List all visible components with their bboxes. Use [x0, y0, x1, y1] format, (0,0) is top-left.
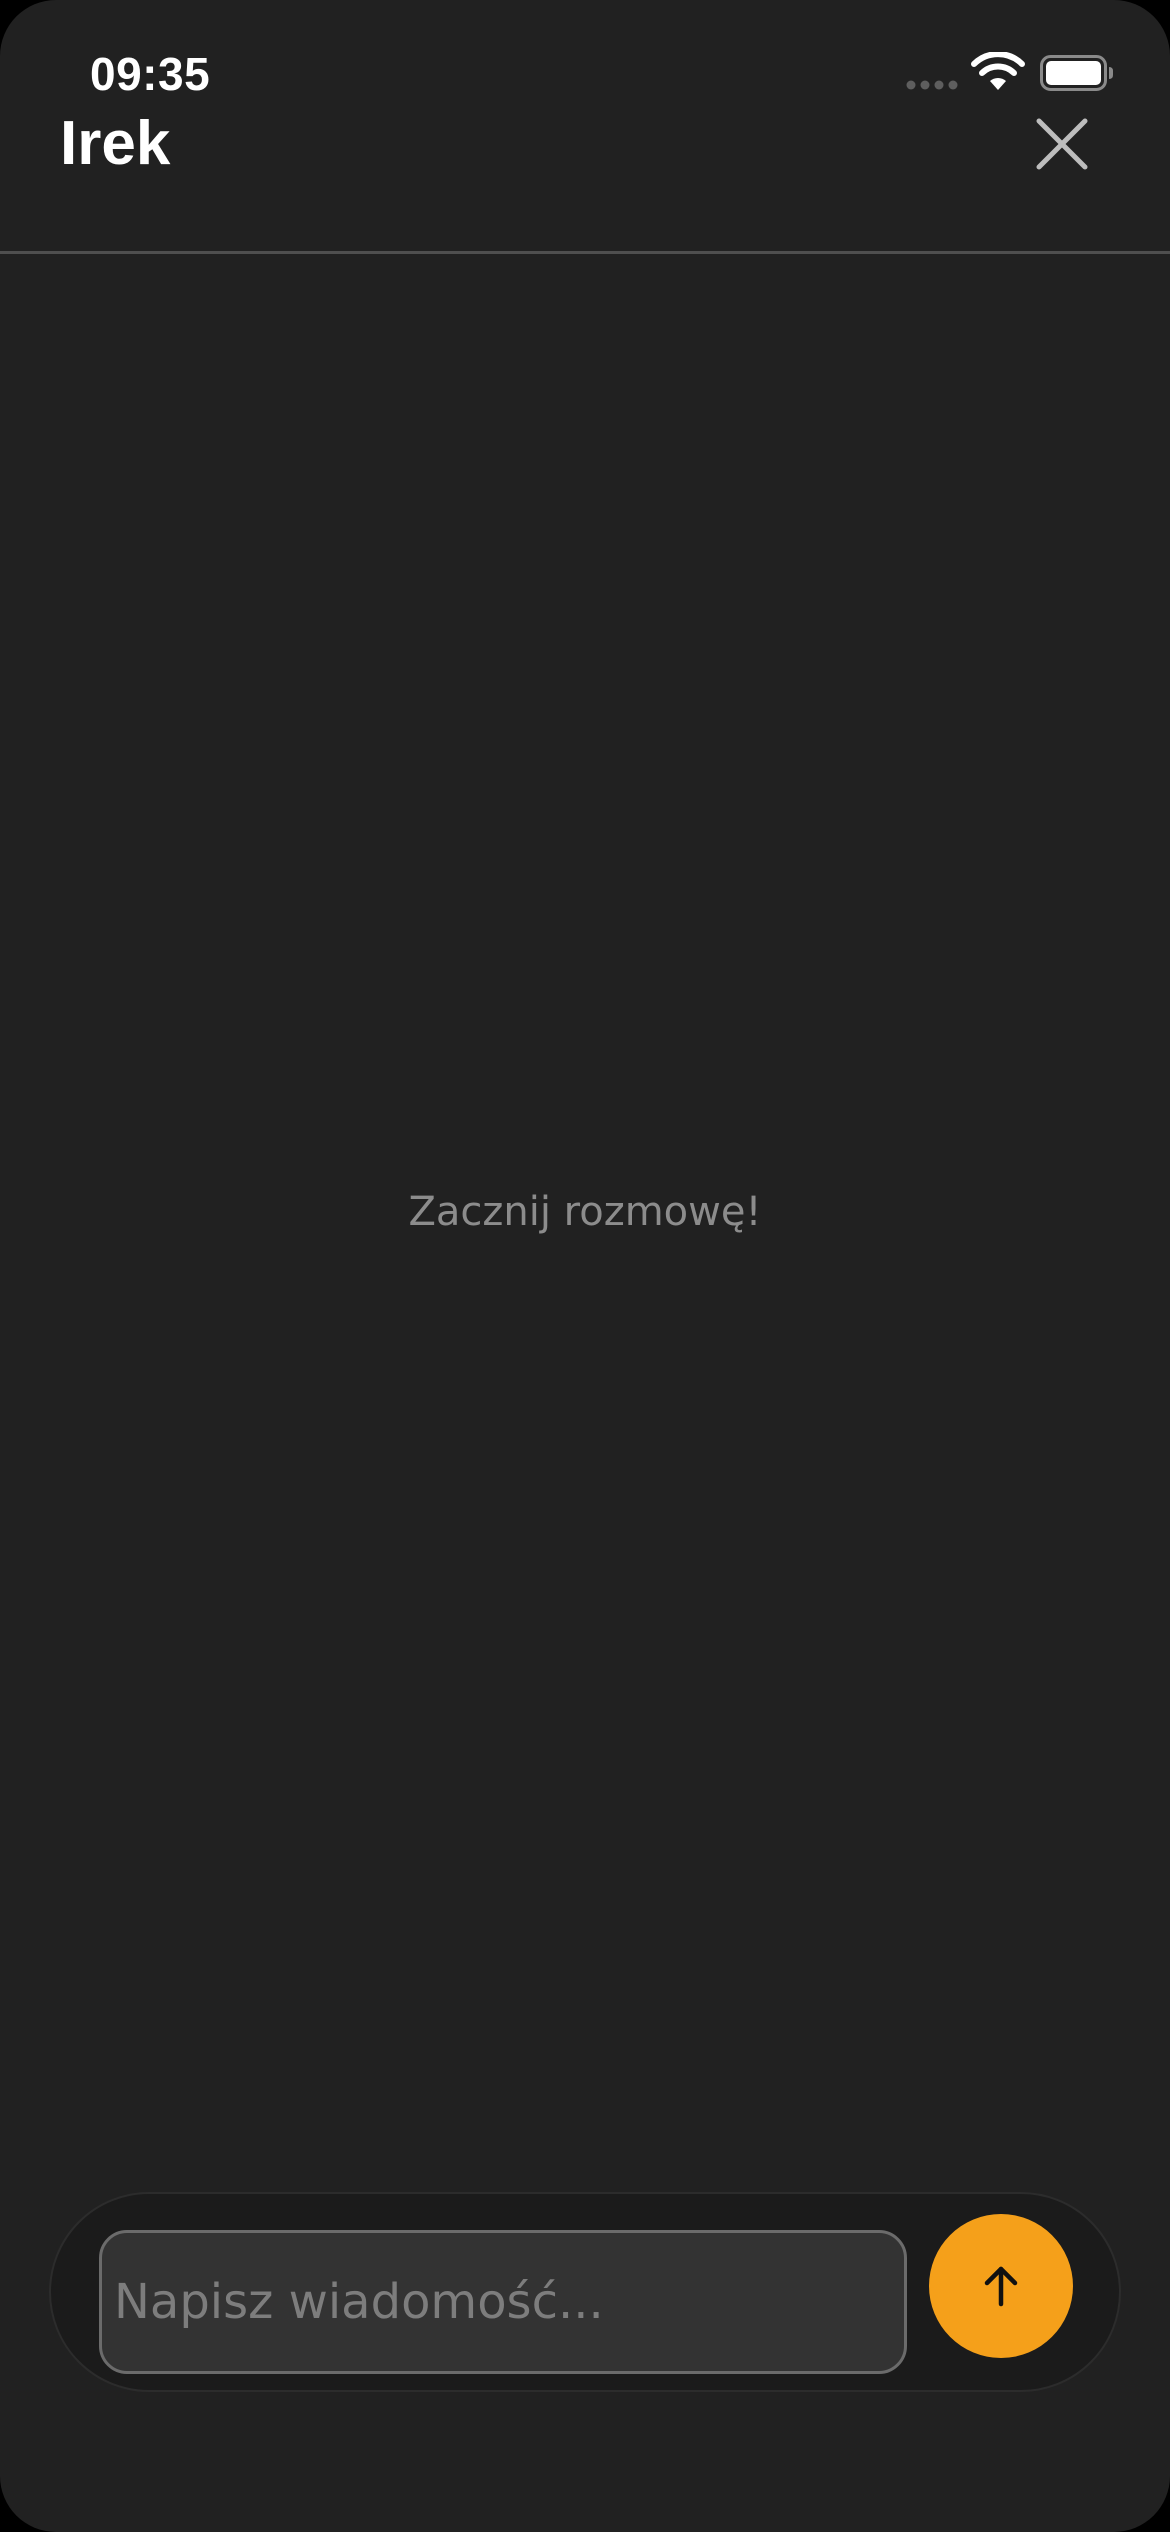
arrow-up-icon: [984, 2266, 1018, 2307]
close-icon: [1036, 118, 1088, 170]
status-time: 09:35: [90, 48, 211, 100]
header-divider: [0, 251, 1170, 254]
empty-chat-message: Zacznij rozmowę!: [408, 1189, 762, 1235]
chat-title: Irek: [60, 109, 171, 178]
chat-screen: 09:35 Irek Zacznij rozmowę!: [0, 0, 1170, 2532]
wifi-icon: [971, 52, 1025, 90]
message-composer: [49, 2192, 1121, 2392]
send-button[interactable]: [929, 2214, 1073, 2358]
message-input[interactable]: [99, 2230, 907, 2374]
status-bar: 09:35: [0, 0, 1170, 120]
cellular-signal-icon: [906, 80, 958, 90]
close-button[interactable]: [1030, 112, 1094, 176]
battery-icon: [1040, 55, 1113, 91]
